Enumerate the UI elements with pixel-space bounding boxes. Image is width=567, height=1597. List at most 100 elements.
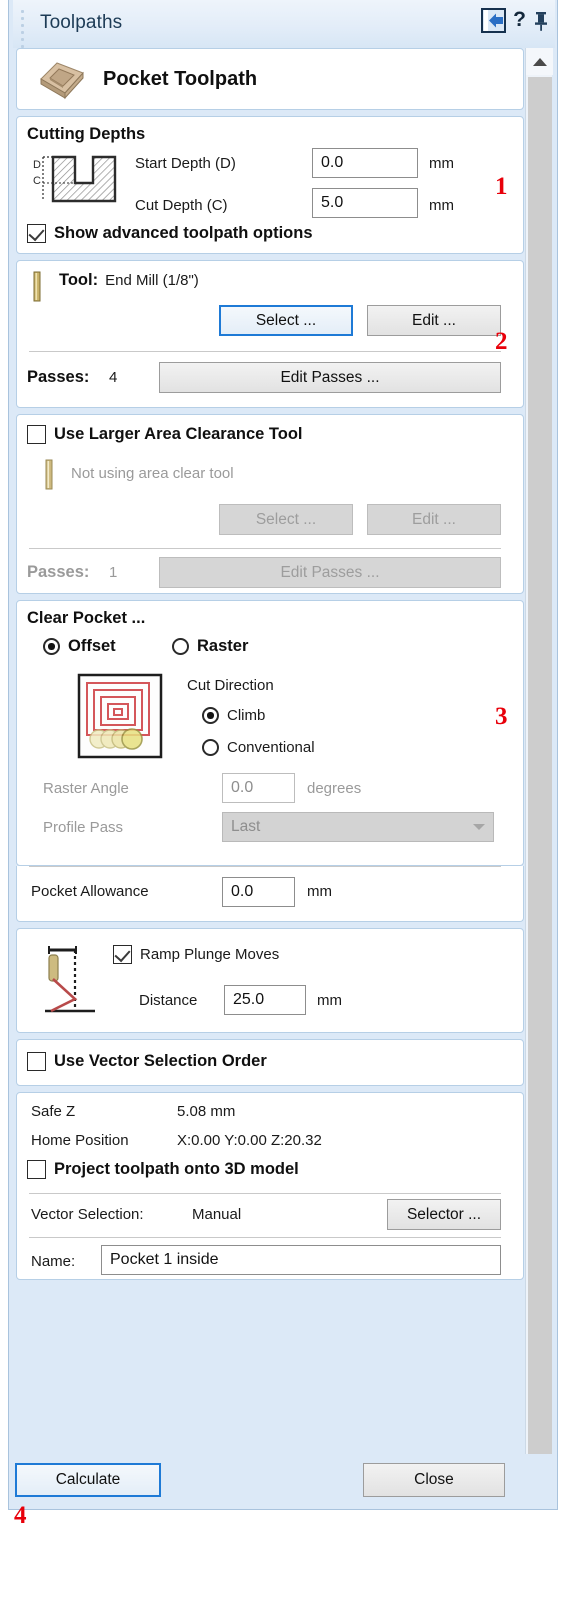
pocket-allowance-label: Pocket Allowance <box>31 883 149 900</box>
ramp-plunge-icon <box>35 941 101 1026</box>
close-button[interactable]: Close <box>363 1463 505 1497</box>
chevron-down-icon <box>473 824 485 830</box>
titlebar: Toolpaths ? <box>13 0 555 48</box>
area-clearance-passes-label: Passes: <box>27 563 90 581</box>
area-clearance-select-button[interactable]: Select ... <box>219 504 353 535</box>
cut-depth-unit: mm <box>429 197 454 214</box>
ramp-plunge-checkbox[interactable]: Ramp Plunge Moves <box>113 945 279 964</box>
toolpath-name-label: Name: <box>31 1253 76 1270</box>
end-mill-icon <box>31 271 43 302</box>
home-position-value: X:0.00 Y:0.00 Z:20.32 <box>177 1132 322 1149</box>
help-icon[interactable]: ? <box>513 9 526 32</box>
radio-dot <box>202 739 219 756</box>
project-toolpath-checkbox[interactable]: Project toolpath onto 3D model <box>27 1160 299 1179</box>
annotation-2: 2 <box>495 328 508 355</box>
cut-depth-input[interactable]: 5.0 <box>312 188 418 218</box>
svg-text:C: C <box>33 175 41 187</box>
area-clearance-passes-value: 1 <box>109 564 118 581</box>
tool-name: End Mill (1/8") <box>105 272 199 289</box>
drag-grip-handle[interactable] <box>21 10 27 48</box>
ramp-distance-input[interactable]: 25.0 <box>224 985 306 1015</box>
use-vector-selection-order-checkbox[interactable]: Use Vector Selection Order <box>27 1052 267 1071</box>
annotation-1: 1 <box>495 173 508 200</box>
area-clear-tool-icon <box>43 459 55 490</box>
clear-pocket-heading: Clear Pocket ... <box>27 609 146 627</box>
raster-angle-unit: degrees <box>307 780 362 797</box>
footer-bar: Calculate Close <box>13 1454 555 1506</box>
project-toolpath-label: Project toolpath onto 3D model <box>54 1160 299 1178</box>
profile-pass-value: Last <box>231 818 261 835</box>
cut-direction-conventional-label: Conventional <box>227 739 315 756</box>
offset-preview-icon <box>77 673 163 764</box>
cutting-depths-heading: Cutting Depths <box>27 125 146 143</box>
home-position-label: Home Position <box>31 1132 129 1149</box>
tool-group: Tool: End Mill (1/8") Select ... Edit ..… <box>16 260 524 408</box>
vector-selection-value: Manual <box>192 1206 242 1223</box>
radio-dot <box>172 638 189 655</box>
profile-pass-label: Profile Pass <box>43 819 124 836</box>
vector-order-group: Use Vector Selection Order <box>16 1039 524 1086</box>
tool-passes-value: 4 <box>109 369 118 386</box>
area-clear-tool-text: Not using area clear tool <box>71 465 234 482</box>
tool-passes-label: Passes: <box>27 368 90 386</box>
safe-z-label: Safe Z <box>31 1103 76 1120</box>
pocket-allowance-unit: mm <box>307 883 332 900</box>
pocket-allowance-input[interactable]: 0.0 <box>222 877 295 907</box>
pocket-3d-icon <box>31 57 89 101</box>
annotation-3: 3 <box>495 703 508 730</box>
cut-direction-radio-conventional[interactable]: Conventional <box>202 739 315 756</box>
area-clearance-divider <box>29 548 501 549</box>
area-clearance-edit-passes-button[interactable]: Edit Passes ... <box>159 557 501 588</box>
ramp-distance-unit: mm <box>317 992 342 1009</box>
radio-dot <box>43 638 60 655</box>
toolpath-name-input[interactable]: Pocket 1 inside <box>101 1245 501 1275</box>
strategy-radio-offset[interactable]: Offset <box>43 637 116 656</box>
annotation-4: 4 <box>14 1502 27 1529</box>
checkbox-box <box>27 1160 46 1179</box>
cut-direction-climb-label: Climb <box>227 707 266 724</box>
tool-edit-passes-button[interactable]: Edit Passes ... <box>159 362 501 393</box>
profile-pass-select[interactable]: Last <box>222 812 494 842</box>
tool-select-button[interactable]: Select ... <box>219 305 353 336</box>
safe-z-value: 5.08 mm <box>177 1103 236 1120</box>
toolpath-type-header: Pocket Toolpath <box>16 48 524 110</box>
ramp-distance-label: Distance <box>139 992 198 1009</box>
pocket-allowance-divider <box>29 866 501 867</box>
depth-diagram-icon: D C <box>31 151 119 214</box>
panel-title: Toolpaths <box>40 12 123 33</box>
start-depth-unit: mm <box>429 155 454 172</box>
raster-angle-label: Raster Angle <box>43 780 129 797</box>
show-advanced-options-checkbox[interactable]: Show advanced toolpath options <box>27 224 313 243</box>
scroll-content-area: Pocket Toolpath Cutting Depths D C Start… <box>13 48 555 1506</box>
pin-icon[interactable] <box>533 10 549 32</box>
dock-frame: Toolpaths ? Pocket Toolpath Cutting Dept… <box>8 0 558 1510</box>
toolpaths-panel: Toolpaths ? Pocket Toolpath Cutting Dept… <box>0 0 567 1597</box>
cutting-depths-group: Cutting Depths D C Start Depth (D) 0.0 m… <box>16 116 524 254</box>
tool-label: Tool: <box>59 271 99 289</box>
tool-edit-button[interactable]: Edit ... <box>367 305 501 336</box>
vector-selector-button[interactable]: Selector ... <box>387 1199 501 1230</box>
position-divider-1 <box>29 1193 501 1194</box>
use-area-clearance-label: Use Larger Area Clearance Tool <box>54 425 303 443</box>
radio-dot <box>202 707 219 724</box>
use-vector-selection-order-label: Use Vector Selection Order <box>54 1052 267 1070</box>
strategy-raster-label: Raster <box>197 637 249 655</box>
area-clearance-edit-button[interactable]: Edit ... <box>367 504 501 535</box>
strategy-radio-raster[interactable]: Raster <box>172 637 248 656</box>
ramp-plunge-label: Ramp Plunge Moves <box>140 946 280 963</box>
start-depth-input[interactable]: 0.0 <box>312 148 418 178</box>
pocket-allowance-group: Pocket Allowance 0.0 mm <box>16 866 524 922</box>
cut-depth-label: Cut Depth (C) <box>135 197 228 214</box>
dock-left-icon[interactable] <box>481 8 507 33</box>
show-advanced-options-label: Show advanced toolpath options <box>54 224 313 242</box>
checkbox-box <box>27 224 46 243</box>
checkbox-box <box>27 425 46 444</box>
strategy-offset-label: Offset <box>68 637 116 655</box>
tool-divider <box>29 351 501 352</box>
cut-direction-label: Cut Direction <box>187 677 274 694</box>
raster-angle-input[interactable]: 0.0 <box>222 773 295 803</box>
svg-text:D: D <box>33 159 41 171</box>
use-area-clearance-checkbox[interactable]: Use Larger Area Clearance Tool <box>27 425 303 444</box>
calculate-button[interactable]: Calculate <box>15 1463 161 1497</box>
cut-direction-radio-climb[interactable]: Climb <box>202 707 265 724</box>
